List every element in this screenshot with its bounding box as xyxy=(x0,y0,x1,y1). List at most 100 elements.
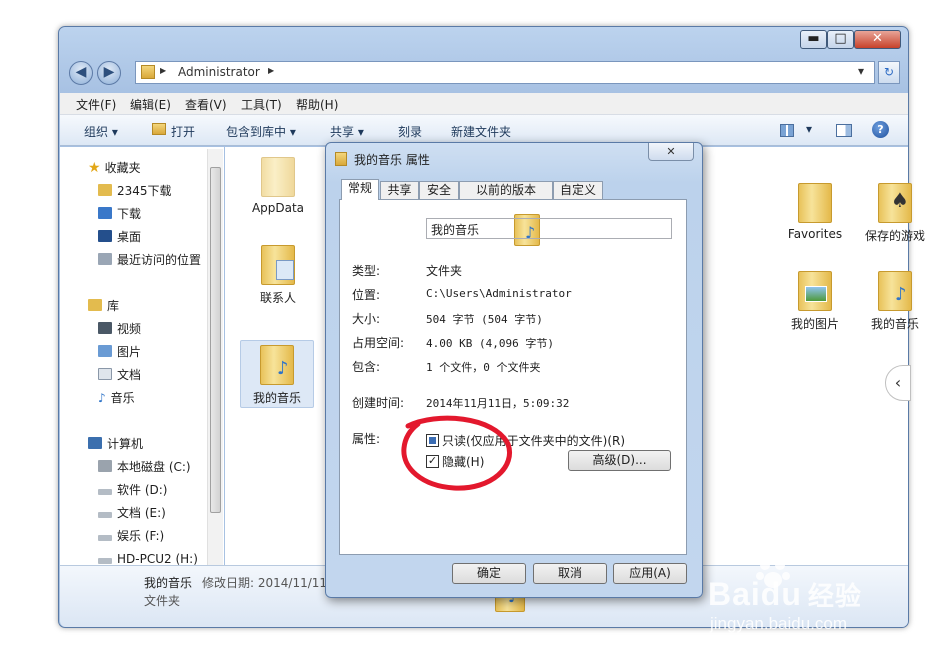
address-bar[interactable]: ▶ Administrator ▶ ▾ xyxy=(135,61,875,84)
nav-scrollbar[interactable] xyxy=(207,149,223,565)
nav-drive-d[interactable]: 软件 (D:) xyxy=(98,479,167,501)
navigation-pane: ★ 收藏夹 2345下载 下载 桌面 最近访问的位置 库 视频 图片 文档 ♪ 音乐… xyxy=(60,147,224,565)
menu-file[interactable]: 文件(F) xyxy=(76,96,116,113)
file-item-favorites[interactable]: Favorites xyxy=(780,183,850,241)
apply-button[interactable]: 应用(A) xyxy=(613,563,687,584)
nav-item-2345download[interactable]: 2345下载 xyxy=(98,180,172,202)
tab-security[interactable]: 安全 xyxy=(419,181,459,200)
nav-drive-f[interactable]: 娱乐 (F:) xyxy=(98,525,164,547)
menu-tools[interactable]: 工具(T) xyxy=(241,96,282,113)
advanced-button[interactable]: 高级(D)... xyxy=(568,450,671,471)
minimize-button[interactable]: ▬ xyxy=(800,30,827,49)
nav-item-pictures[interactable]: 图片 xyxy=(98,341,141,363)
file-item-contacts[interactable]: 联系人 xyxy=(243,245,313,306)
menu-edit[interactable]: 编辑(E) xyxy=(130,96,171,113)
documents-icon xyxy=(98,368,112,380)
menu-help[interactable]: 帮助(H) xyxy=(296,96,338,113)
file-item-my-pictures[interactable]: 我的图片 xyxy=(780,271,850,332)
details-name: 我的音乐 xyxy=(144,576,193,590)
nav-favorites-label: 收藏夹 xyxy=(104,161,141,175)
nav-label: 图片 xyxy=(117,345,142,359)
ok-button[interactable]: 确定 xyxy=(452,563,526,584)
help-icon[interactable]: ? xyxy=(872,121,889,138)
type-value: 文件夹 xyxy=(426,264,463,278)
watermark-brand2: du xyxy=(760,576,802,612)
tab-previous-versions[interactable]: 以前的版本 xyxy=(459,181,553,200)
nav-item-music[interactable]: ♪ 音乐 xyxy=(98,387,135,409)
scroll-thumb[interactable] xyxy=(210,167,221,513)
library-icon xyxy=(88,299,102,311)
contains-label: 包含: xyxy=(352,360,381,374)
folder-name-input[interactable]: 我的音乐 xyxy=(426,218,672,239)
nav-item-videos[interactable]: 视频 xyxy=(98,318,141,340)
address-dropdown-icon[interactable]: ▾ xyxy=(858,64,864,78)
size-value: 504 字节 (504 字节) xyxy=(426,313,543,326)
file-item-my-music-selected[interactable]: ♪ 我的音乐 xyxy=(240,340,314,408)
file-name: 保存的游戏 xyxy=(864,229,925,243)
nav-label: 音乐 xyxy=(110,391,135,405)
nav-libraries[interactable]: 库 xyxy=(88,295,119,317)
preview-pane-icon[interactable] xyxy=(836,124,852,137)
include-in-library-button[interactable]: 包含到库中 ▾ xyxy=(226,123,296,140)
view-options-icon[interactable] xyxy=(780,124,794,137)
nav-label: 本地磁盘 (C:) xyxy=(117,460,191,474)
refresh-button[interactable]: ↻ xyxy=(878,61,900,84)
dialog-close-button[interactable]: ✕ xyxy=(648,143,694,161)
saved-games-icon: ♠ xyxy=(878,183,912,223)
tab-general[interactable]: 常规 xyxy=(341,179,379,200)
nav-drive-h[interactable]: HD-PCU2 (H:) xyxy=(98,548,198,565)
nav-item-downloads[interactable]: 下载 xyxy=(98,203,141,225)
nav-drive-e[interactable]: 文档 (E:) xyxy=(98,502,166,524)
tab-sharing[interactable]: 共享 xyxy=(380,181,419,200)
computer-icon xyxy=(88,437,102,449)
menu-bar: 文件(F) 编辑(E) 查看(V) 工具(T) 帮助(H) xyxy=(60,93,908,115)
nav-label: 桌面 xyxy=(117,230,142,244)
back-button[interactable]: ◀ xyxy=(69,61,93,85)
general-tab-panel: ♪ 我的音乐 类型: 文件夹 位置: C:\Users\Administrato… xyxy=(339,199,687,555)
nav-favorites[interactable]: ★ 收藏夹 xyxy=(88,157,141,179)
nav-label: 文档 xyxy=(117,368,142,382)
star-icon: ★ xyxy=(88,160,101,176)
folder-icon xyxy=(261,157,295,197)
view-dropdown-icon[interactable]: ▾ xyxy=(806,122,812,136)
breadcrumb-administrator[interactable]: Administrator xyxy=(178,65,260,79)
open-button[interactable]: 打开 xyxy=(171,123,195,140)
file-name: 联系人 xyxy=(259,291,296,305)
share-button[interactable]: 共享 ▾ xyxy=(330,123,364,140)
breadcrumb-arrow-icon[interactable]: ▶ xyxy=(268,66,274,75)
new-folder-button[interactable]: 新建文件夹 xyxy=(451,123,511,140)
nav-item-desktop[interactable]: 桌面 xyxy=(98,226,141,248)
collapse-arrow-icon[interactable]: ‹ xyxy=(885,365,911,401)
file-item-my-music[interactable]: ♪ 我的音乐 xyxy=(860,271,925,332)
nav-label: 2345下载 xyxy=(117,184,172,198)
cancel-button[interactable]: 取消 xyxy=(533,563,607,584)
nav-label: 最近访问的位置 xyxy=(117,253,202,267)
file-item-appdata[interactable]: AppData xyxy=(243,157,313,215)
menu-view[interactable]: 查看(V) xyxy=(185,96,227,113)
watermark-brand: Bai xyxy=(708,576,761,612)
music-note-icon: ♪ xyxy=(98,391,106,405)
file-name: AppData xyxy=(251,201,305,215)
nav-drive-c[interactable]: 本地磁盘 (C:) xyxy=(98,456,191,478)
nav-computer[interactable]: 计算机 xyxy=(88,433,143,455)
drive-icon xyxy=(98,535,112,541)
organize-button[interactable]: 组织 ▾ xyxy=(84,123,118,140)
separator xyxy=(350,252,672,253)
file-item-saved-games[interactable]: ♠ 保存的游戏 xyxy=(855,183,925,244)
close-button[interactable]: ✕ xyxy=(854,30,901,49)
nav-label: HD-PCU2 (H:) xyxy=(117,552,198,565)
download-icon xyxy=(98,207,112,219)
contacts-folder-icon xyxy=(261,245,295,285)
maximize-button[interactable]: □ xyxy=(827,30,854,49)
nav-item-documents[interactable]: 文档 xyxy=(98,364,141,386)
attributes-label: 属性: xyxy=(352,432,381,446)
burn-button[interactable]: 刻录 xyxy=(398,123,422,140)
forward-button[interactable]: ▶ xyxy=(97,61,121,85)
nav-label: 文档 (E:) xyxy=(117,506,166,520)
nav-library-label: 库 xyxy=(107,299,120,313)
pictures-folder-icon xyxy=(798,271,832,311)
location-value: C:\Users\Administrator xyxy=(426,287,572,300)
file-name: 我的图片 xyxy=(790,317,839,331)
tab-customize[interactable]: 自定义 xyxy=(553,181,603,200)
nav-item-recent[interactable]: 最近访问的位置 xyxy=(98,249,201,271)
